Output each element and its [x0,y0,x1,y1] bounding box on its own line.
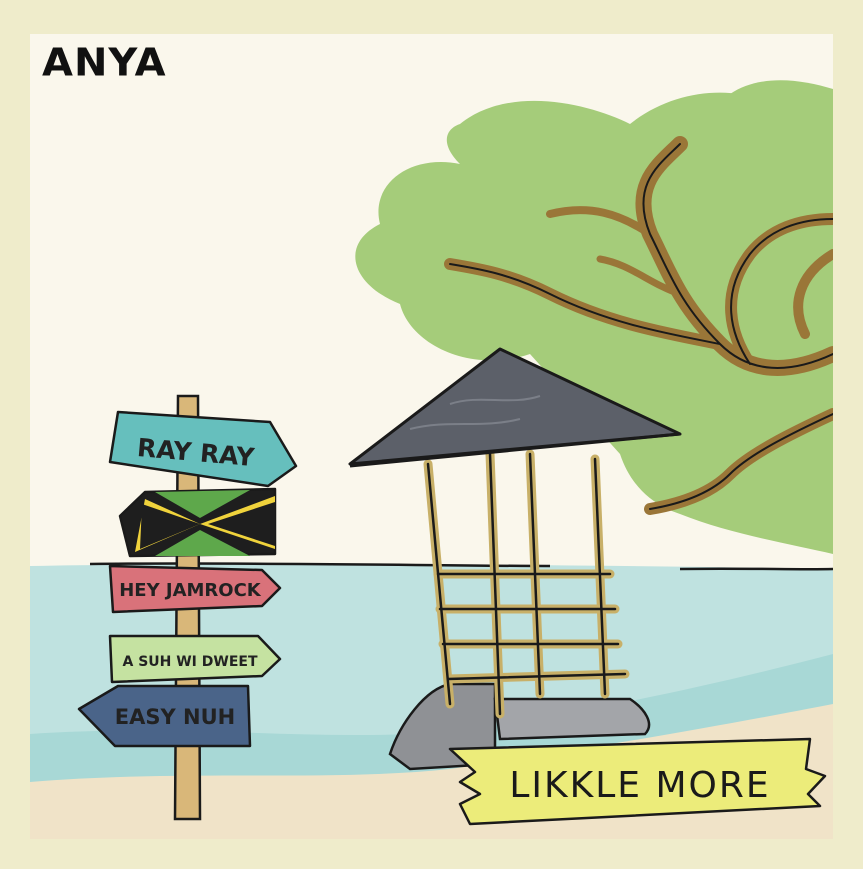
artist-name: ANYA [42,41,167,85]
beach-scene: RAY RAY HEY JAMROCK A SUH WI DWEET EASY … [30,80,833,839]
sign-ray-ray: RAY RAY [108,410,298,488]
jamaica-flag-sign [118,487,277,558]
sign-easy-nuh-label: EASY NUH [115,705,235,729]
title-banner-label: LIKKLE MORE [509,765,770,806]
sign-hey-jamrock-label: HEY JAMROCK [119,580,262,601]
sign-a-suh-wi-dweet: A SUH WI DWEET [108,634,282,684]
sign-a-suh-wi-dweet-label: A SUH WI DWEET [122,654,257,670]
sign-easy-nuh: EASY NUH [77,684,252,748]
sign-hey-jamrock: HEY JAMROCK [108,564,282,614]
album-cover: RAY RAY HEY JAMROCK A SUH WI DWEET EASY … [30,34,833,839]
